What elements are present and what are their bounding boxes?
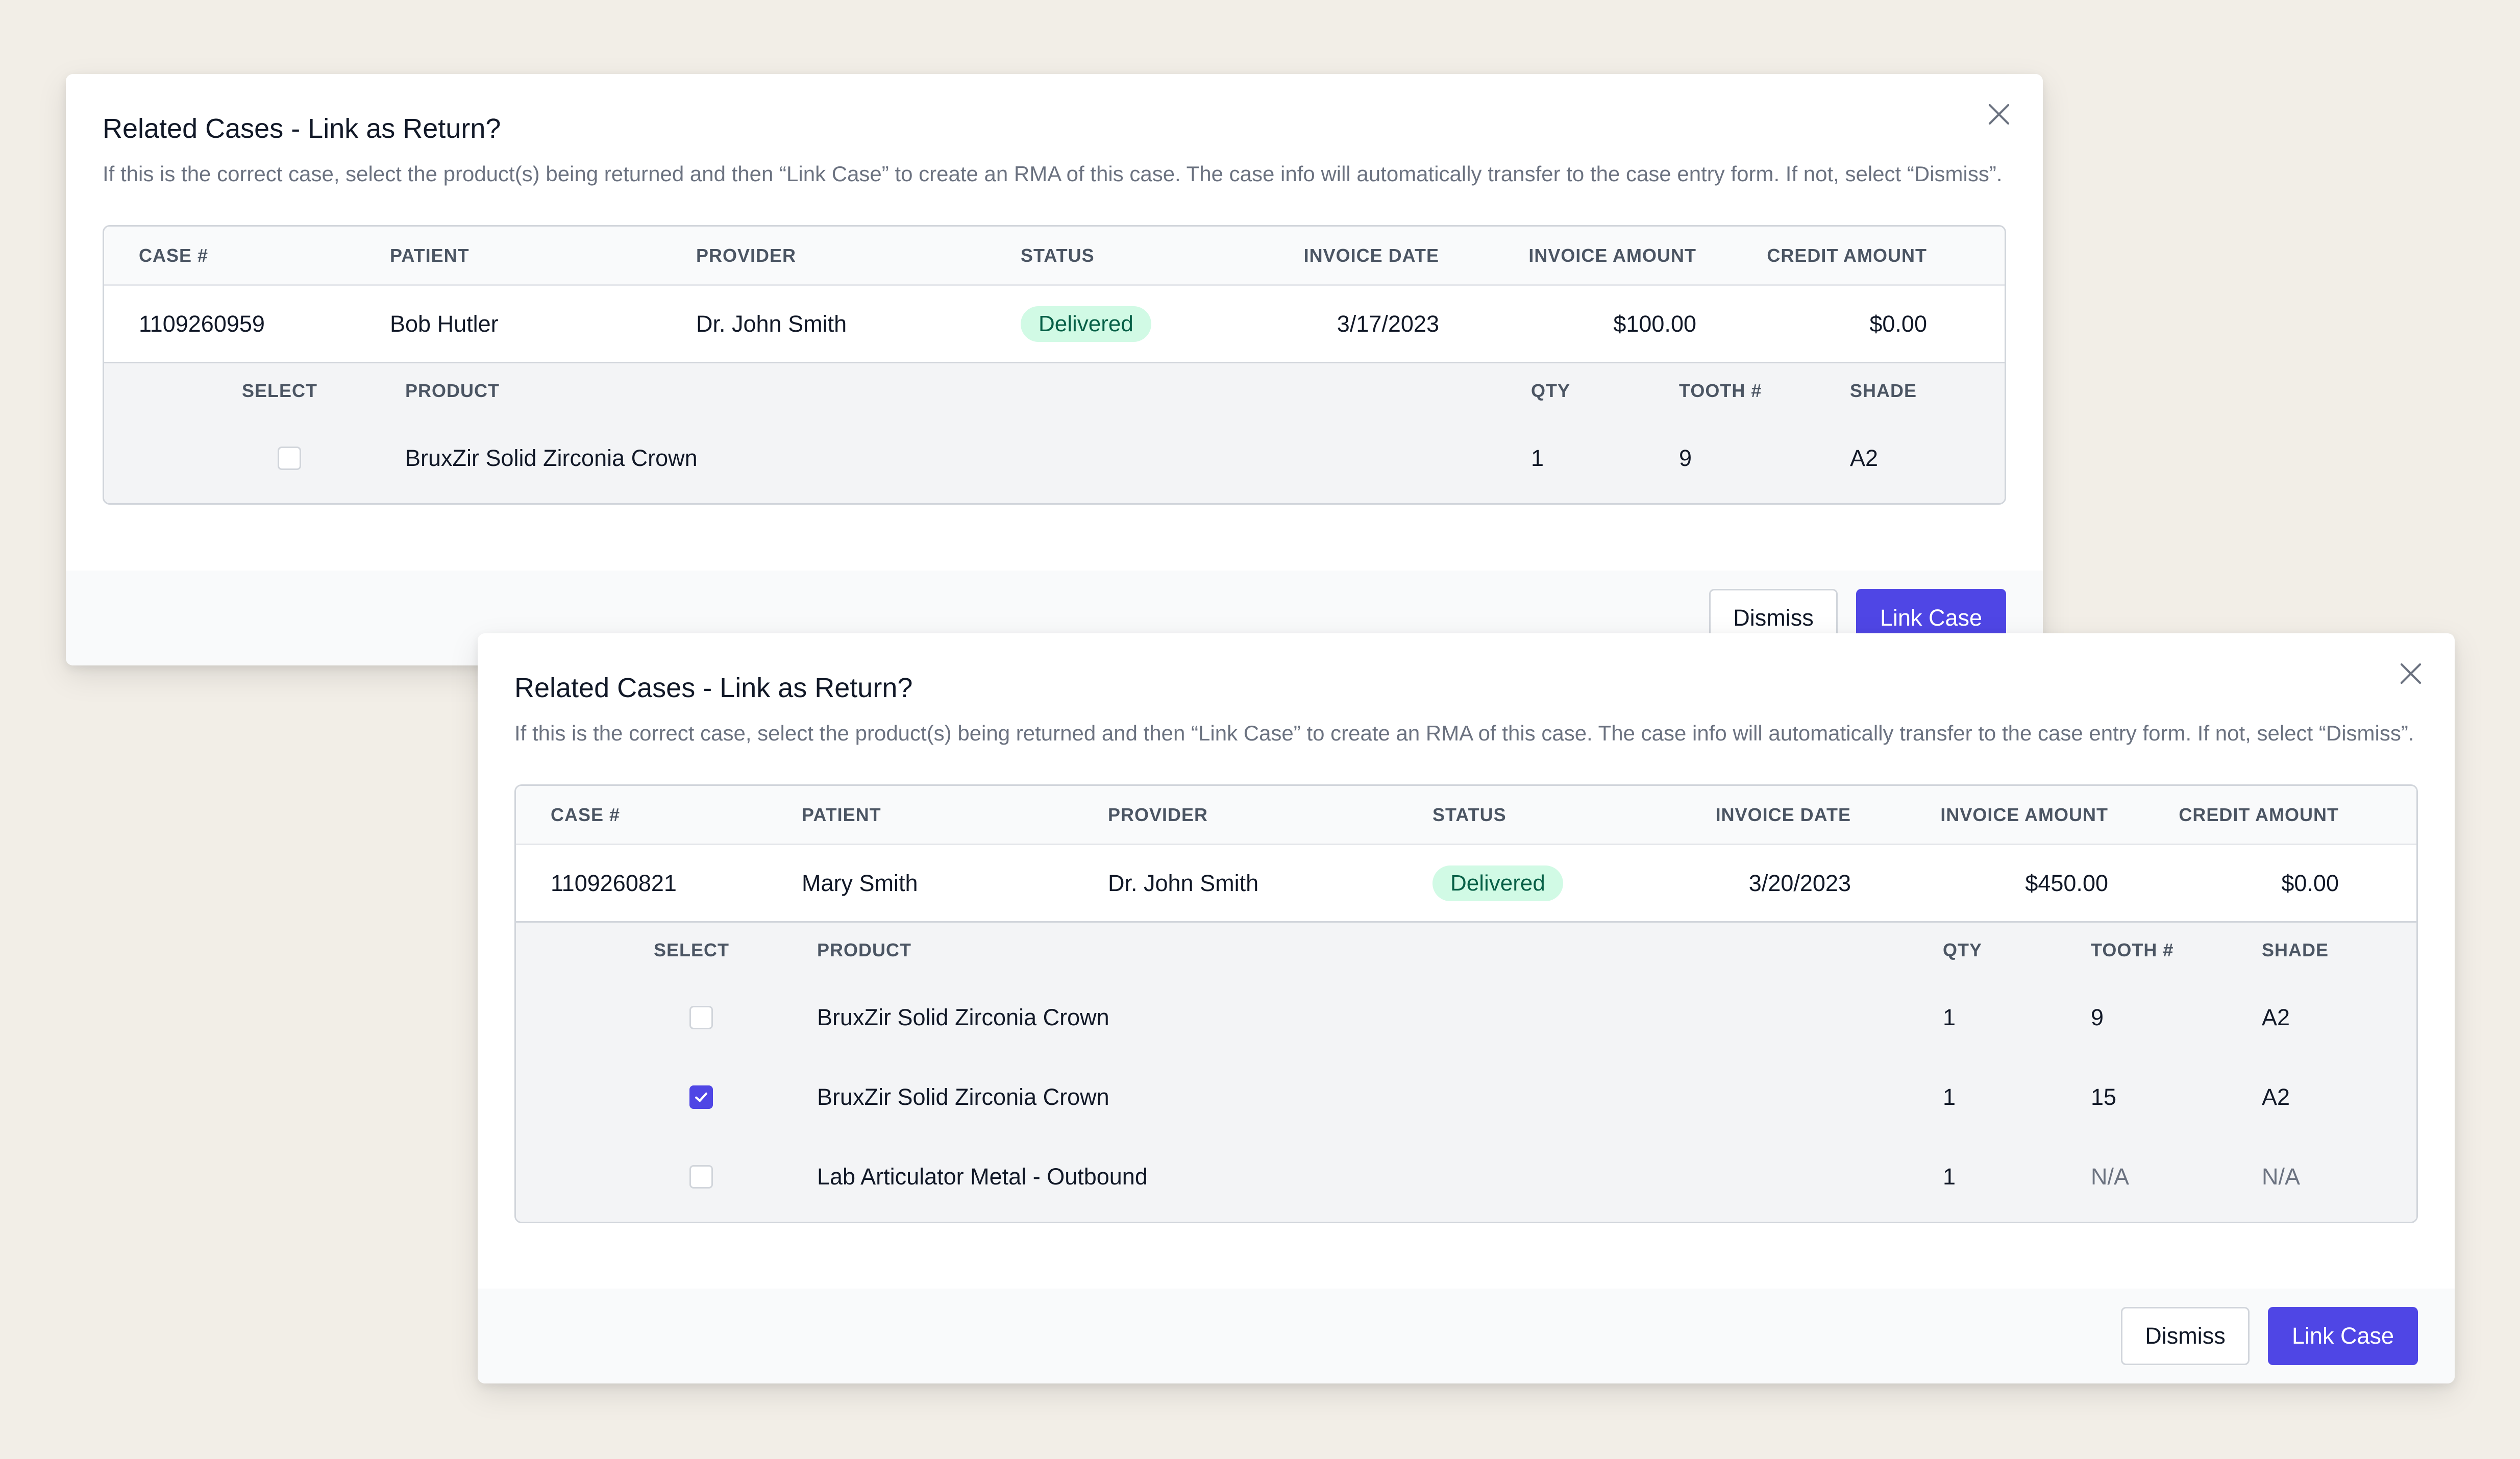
case-number: 1109260959 (139, 310, 265, 337)
product-shade: A2 (2262, 1004, 2290, 1030)
credit-amount: $0.00 (1869, 310, 1927, 337)
header-qty: QTY (1943, 939, 1983, 960)
product-shade: A2 (2262, 1084, 2290, 1110)
product-subtable: SELECT PRODUCT QTY TOOTH # SHADE BruxZir… (104, 363, 2005, 503)
header-case-number: CASE # (139, 244, 209, 266)
invoice-amount: $100.00 (1613, 310, 1696, 337)
select-checkbox[interactable] (278, 447, 301, 470)
case-table-header: CASE # PATIENT PROVIDER STATUS INVOICE D… (516, 786, 2416, 845)
invoice-date: 3/20/2023 (1748, 870, 1851, 896)
invoice-date: 3/17/2023 (1337, 310, 1439, 337)
case-number: 1109260821 (551, 870, 677, 896)
check-icon (695, 1092, 708, 1102)
invoice-amount: $450.00 (2025, 870, 2108, 896)
header-product: PRODUCT (817, 939, 911, 960)
product-name: BruxZir Solid Zirconia Crown (817, 1084, 1109, 1110)
case-table: CASE # PATIENT PROVIDER STATUS INVOICE D… (103, 225, 2006, 505)
product-name: Lab Articulator Metal - Outbound (817, 1164, 1148, 1190)
case-row: 1109260821 Mary Smith Dr. John Smith Del… (516, 845, 2416, 923)
product-tooth: 9 (1679, 445, 1692, 471)
header-select: SELECT (242, 380, 318, 401)
header-status: STATUS (1432, 804, 1506, 825)
header-select: SELECT (654, 939, 730, 960)
product-tooth: 9 (2091, 1004, 2104, 1030)
product-tooth: 15 (2091, 1084, 2117, 1110)
related-cases-dialog: Related Cases - Link as Return? If this … (66, 74, 2043, 665)
header-shade: SHADE (2262, 939, 2329, 960)
header-shade: SHADE (1850, 380, 1917, 401)
case-table: CASE # PATIENT PROVIDER STATUS INVOICE D… (514, 784, 2418, 1223)
header-product: PRODUCT (405, 380, 500, 401)
dialog-title: Related Cases - Link as Return? (103, 113, 501, 144)
dialog-footer: Dismiss Link Case (478, 1289, 2455, 1383)
provider-name: Dr. John Smith (696, 310, 847, 337)
header-credit-amount: CREDIT AMOUNT (2179, 804, 2339, 825)
product-qty: 1 (1943, 1164, 1956, 1190)
header-invoice-date: INVOICE DATE (1715, 804, 1851, 825)
product-table-header: SELECT PRODUCT QTY TOOTH # SHADE (104, 363, 2005, 418)
product-qty: 1 (1531, 445, 1544, 471)
select-checkbox[interactable] (689, 1165, 713, 1189)
header-tooth: TOOTH # (2091, 939, 2174, 960)
product-qty: 1 (1943, 1084, 1956, 1110)
product-row: BruxZir Solid Zirconia Crown 1 9 A2 (104, 418, 2005, 498)
case-row: 1109260959 Bob Hutler Dr. John Smith Del… (104, 286, 2005, 363)
product-shade: N/A (2262, 1164, 2301, 1190)
product-row: BruxZir Solid Zirconia Crown 1 15 A2 (516, 1057, 2416, 1137)
header-invoice-amount: INVOICE AMOUNT (1940, 804, 2108, 825)
product-name: BruxZir Solid Zirconia Crown (817, 1004, 1109, 1030)
related-cases-dialog: Related Cases - Link as Return? If this … (478, 633, 2455, 1383)
product-row: Lab Articulator Metal - Outbound 1 N/A N… (516, 1137, 2416, 1217)
provider-name: Dr. John Smith (1108, 870, 1259, 896)
header-provider: PROVIDER (1108, 804, 1208, 825)
header-tooth: TOOTH # (1679, 380, 1762, 401)
header-provider: PROVIDER (696, 244, 797, 266)
product-qty: 1 (1943, 1004, 1956, 1030)
select-checkbox[interactable] (689, 1085, 713, 1109)
status-badge: Delivered (1432, 865, 1563, 901)
select-checkbox[interactable] (689, 1006, 713, 1029)
patient-name: Bob Hutler (390, 310, 499, 337)
product-subtable: SELECT PRODUCT QTY TOOTH # SHADE BruxZir… (516, 923, 2416, 1222)
credit-amount: $0.00 (2281, 870, 2339, 896)
status-badge: Delivered (1021, 306, 1151, 342)
dismiss-button[interactable]: Dismiss (2121, 1307, 2250, 1365)
header-patient: PATIENT (390, 244, 470, 266)
case-table-header: CASE # PATIENT PROVIDER STATUS INVOICE D… (104, 227, 2005, 286)
product-tooth: N/A (2091, 1164, 2130, 1190)
header-invoice-amount: INVOICE AMOUNT (1528, 244, 1696, 266)
close-icon[interactable] (2395, 658, 2427, 689)
close-icon[interactable] (1983, 98, 2015, 130)
dialog-description: If this is the correct case, select the … (514, 721, 2414, 745)
header-credit-amount: CREDIT AMOUNT (1767, 244, 1927, 266)
link-case-button[interactable]: Link Case (2268, 1307, 2418, 1365)
product-table-header: SELECT PRODUCT QTY TOOTH # SHADE (516, 923, 2416, 978)
product-shade: A2 (1850, 445, 1879, 471)
header-status: STATUS (1021, 244, 1095, 266)
dialog-title: Related Cases - Link as Return? (514, 673, 913, 703)
product-row: BruxZir Solid Zirconia Crown 1 9 A2 (516, 978, 2416, 1057)
patient-name: Mary Smith (802, 870, 918, 896)
header-case-number: CASE # (551, 804, 621, 825)
header-qty: QTY (1531, 380, 1571, 401)
header-patient: PATIENT (802, 804, 881, 825)
header-invoice-date: INVOICE DATE (1303, 244, 1439, 266)
product-name: BruxZir Solid Zirconia Crown (405, 445, 698, 471)
dialog-description: If this is the correct case, select the … (103, 162, 2003, 186)
